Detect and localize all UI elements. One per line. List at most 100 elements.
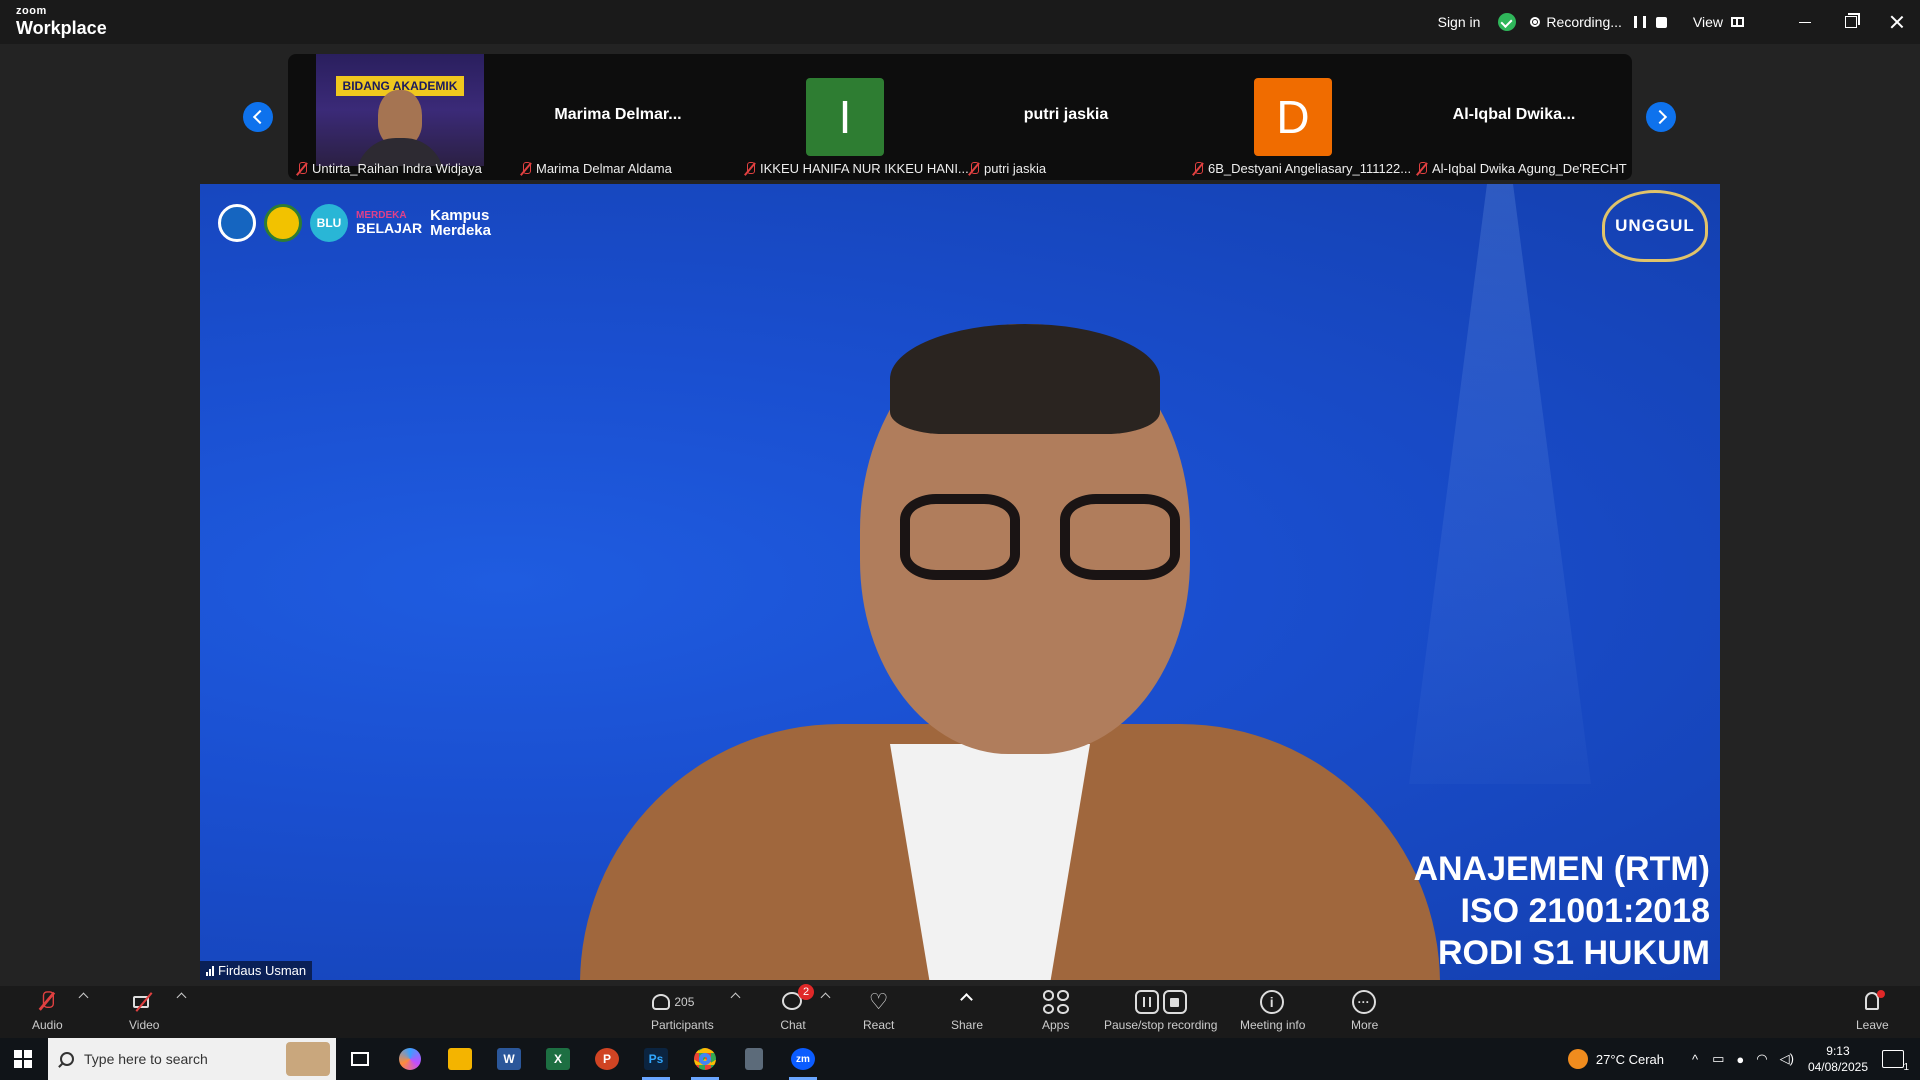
participant-tile[interactable]: D 6B_Destyani Angeliasary_111122... <box>1184 54 1411 180</box>
close-icon <box>1890 15 1904 29</box>
close-button[interactable] <box>1874 0 1920 44</box>
speaker-name-tag: Firdaus Usman <box>200 961 313 980</box>
participant-tile[interactable]: Al-Iqbal Dwika... Al-Iqbal Dwika Agung_D… <box>1408 54 1627 180</box>
search-placeholder: Type here to search <box>84 1051 208 1067</box>
participants-label: Participants <box>651 1018 714 1032</box>
clock-date: 04/08/2025 <box>1807 1060 1868 1074</box>
minimize-button[interactable] <box>1782 0 1828 44</box>
title-bar: zoom Workplace Sign in Recording... View <box>0 0 1920 44</box>
chevron-up-icon[interactable]: ^ <box>1692 1052 1698 1067</box>
mic-muted-icon <box>968 161 980 176</box>
meeting-content: BIDANG AKADEMIK Untirta_Raihan Indra Wid… <box>0 44 1920 986</box>
participant-video: BIDANG AKADEMIK <box>316 54 484 166</box>
recording-icon <box>1530 17 1541 27</box>
chrome-icon[interactable] <box>685 1044 725 1080</box>
participants-options-chevron-icon[interactable] <box>730 992 741 1003</box>
volume-icon[interactable]: ◁) <box>1780 1051 1794 1067</box>
video-off-icon <box>131 990 157 1014</box>
leave-label: Leave <box>1856 1018 1889 1032</box>
sign-in-button[interactable]: Sign in <box>1438 14 1481 30</box>
recording-controls-icon <box>1133 990 1189 1014</box>
previous-page-button[interactable] <box>243 102 273 132</box>
meeting-toolbar: Audio Video 205 Participants 2 Chat ♡ Re… <box>0 984 1920 1038</box>
windows-start-icon[interactable] <box>14 1050 32 1068</box>
chat-label: Chat <box>780 1018 806 1032</box>
audio-button[interactable]: Audio <box>32 990 63 1032</box>
participant-tile[interactable]: putri jaskia putri jaskia <box>960 54 1172 180</box>
active-speaker-video[interactable]: BLU MERDEKA BELAJAR Kampus Merdeka UNGGUL… <box>200 184 1720 980</box>
notification-center-icon[interactable]: 1 <box>1882 1050 1909 1073</box>
excel-icon[interactable]: X <box>538 1044 578 1074</box>
chat-unread-badge: 2 <box>798 984 814 1000</box>
participant-display-name: putri jaskia <box>1023 106 1109 123</box>
info-icon: i <box>1259 990 1286 1014</box>
word-icon[interactable]: W <box>489 1044 529 1074</box>
restore-button[interactable] <box>1828 0 1874 44</box>
grid-view-icon <box>1731 17 1744 27</box>
search-icon <box>60 1052 74 1066</box>
share-label: Share <box>951 1018 984 1032</box>
participants-icon: 205 <box>652 990 712 1014</box>
pause-recording-icon[interactable] <box>1633 16 1646 28</box>
taskbar-search[interactable]: Type here to search <box>48 1038 336 1080</box>
file-explorer-icon[interactable] <box>440 1044 480 1074</box>
restore-icon <box>1845 16 1857 28</box>
video-label: Video <box>129 1018 160 1032</box>
recording-status: Recording... <box>1546 14 1622 30</box>
audio-options-chevron-icon[interactable] <box>78 992 89 1003</box>
chat-button[interactable]: 2 Chat <box>780 984 814 1032</box>
microphone-icon[interactable]: ● <box>1736 1052 1744 1067</box>
notification-count: 1 <box>1903 1062 1909 1073</box>
stop-recording-icon[interactable] <box>1655 16 1667 28</box>
next-page-button[interactable] <box>1646 102 1676 132</box>
react-button[interactable]: ♡ React <box>863 990 895 1033</box>
participants-button[interactable]: 205 Participants <box>651 990 714 1032</box>
more-button[interactable]: ··· More <box>1351 990 1378 1032</box>
university-logo-icon <box>264 204 302 242</box>
system-clock[interactable]: 9:13 04/08/2025 <box>1808 1043 1868 1075</box>
chat-options-chevron-icon[interactable] <box>820 992 831 1003</box>
leave-icon <box>1859 990 1886 1014</box>
copilot-icon[interactable] <box>390 1044 430 1074</box>
leave-button[interactable]: Leave <box>1856 990 1889 1032</box>
mic-muted-icon <box>1192 161 1204 176</box>
participant-tile[interactable]: BIDANG AKADEMIK Untirta_Raihan Indra Wid… <box>288 54 500 180</box>
participants-count: 205 <box>674 995 695 1009</box>
pause-stop-recording-button[interactable]: Pause/stop recording <box>1104 990 1217 1032</box>
system-tray: 27°C Cerah ^ ▭ ● ◠ ◁) 9:13 04/08/2025 1 <box>1567 1038 1920 1080</box>
mic-muted-icon <box>34 990 60 1014</box>
participant-name: putri jaskia <box>984 161 1047 176</box>
view-button[interactable]: View <box>1693 14 1744 30</box>
kemdikbud-logo-icon <box>218 204 256 242</box>
participant-tile[interactable]: I IKKEU HANIFA NUR IKKEU HANI... <box>736 54 969 180</box>
participant-avatar: I <box>806 78 884 156</box>
pause-icon <box>1134 990 1159 1014</box>
clock-time: 9:13 <box>1826 1044 1850 1058</box>
share-button[interactable]: Share <box>951 990 983 1032</box>
mic-muted-icon <box>296 161 308 176</box>
blu-logo-icon: BLU <box>310 204 348 242</box>
zoom-app-icon[interactable]: zm <box>783 1044 823 1080</box>
participant-avatar: D <box>1254 78 1332 156</box>
security-shield-icon[interactable] <box>1498 13 1517 31</box>
react-label: React <box>863 1018 895 1032</box>
wifi-icon[interactable]: ◠ <box>1756 1051 1767 1067</box>
participant-display-name: Al-Iqbal Dwika... <box>1452 106 1576 123</box>
windows-taskbar: Type here to search W X P Ps zm 27°C Cer… <box>0 1038 1920 1080</box>
participant-tile[interactable]: Marima Delmar... Marima Delmar Aldama <box>512 54 724 180</box>
meeting-info-label: Meeting info <box>1240 1018 1306 1032</box>
meeting-info-button[interactable]: i Meeting info <box>1240 990 1305 1032</box>
weather-text[interactable]: 27°C Cerah <box>1596 1052 1664 1067</box>
calculator-icon[interactable] <box>734 1044 774 1074</box>
participant-name: Al-Iqbal Dwika Agung_De'RECHT <box>1432 161 1627 176</box>
share-icon <box>954 990 980 1014</box>
video-button[interactable]: Video <box>129 990 159 1032</box>
weather-icon[interactable] <box>1567 1049 1588 1069</box>
network-icon[interactable]: ▭ <box>1712 1051 1724 1067</box>
photoshop-icon[interactable]: Ps <box>636 1044 676 1080</box>
apps-button[interactable]: Apps <box>1042 990 1069 1032</box>
task-view-icon[interactable] <box>340 1044 380 1074</box>
video-options-chevron-icon[interactable] <box>176 992 187 1003</box>
participant-name: 6B_Destyani Angeliasary_111122... <box>1208 161 1412 176</box>
powerpoint-icon[interactable]: P <box>587 1044 627 1074</box>
